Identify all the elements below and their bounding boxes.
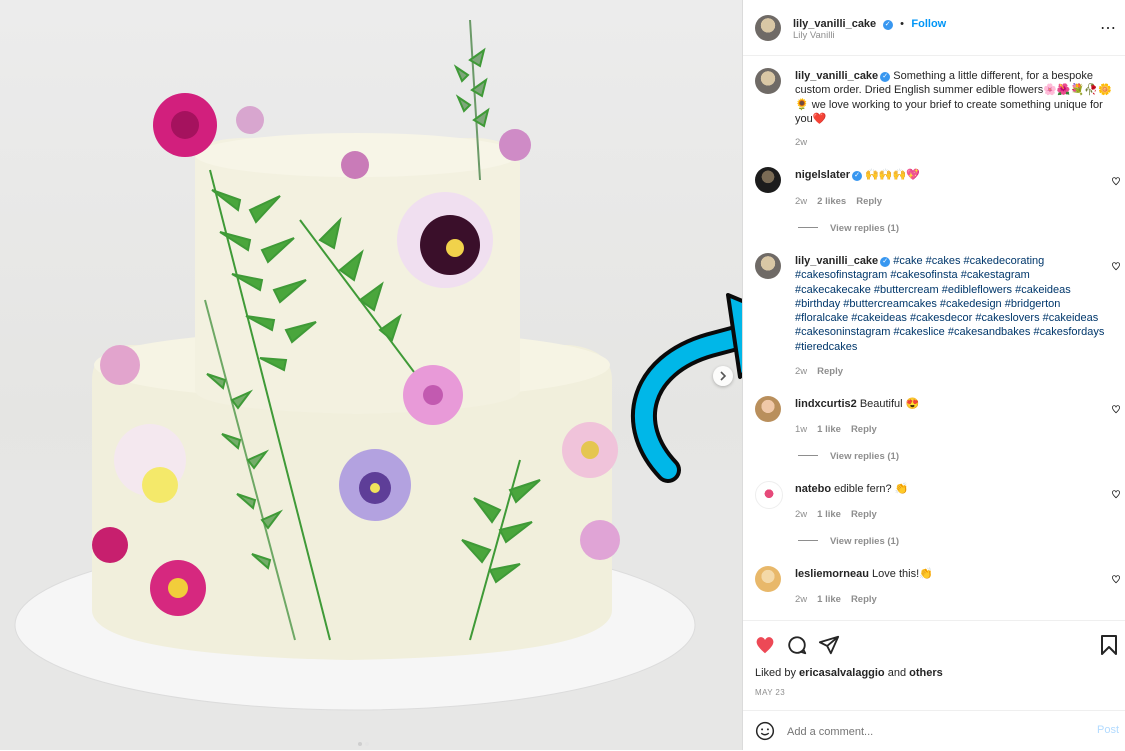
comment-input[interactable]	[785, 719, 1079, 745]
comment-time: 2w	[795, 509, 808, 520]
comment-username[interactable]: nigelslater	[795, 169, 850, 181]
comment-username[interactable]: lily_vanilli_cake	[795, 70, 878, 82]
comment-icon[interactable]	[786, 634, 808, 656]
comment-time: 2w	[795, 366, 808, 377]
comment-time: 2w	[795, 196, 808, 207]
emoji-icon[interactable]	[755, 721, 775, 741]
carousel-dot-active	[358, 742, 362, 746]
verified-badge-icon: ✓	[882, 20, 893, 30]
like-comment-icon[interactable]	[1111, 574, 1121, 584]
comment-username[interactable]: natebo	[795, 483, 831, 495]
comment-likes[interactable]: 1 like	[817, 509, 841, 520]
reply-button[interactable]: Reply	[817, 366, 843, 377]
comment-username[interactable]: lindxcurtis2	[795, 398, 857, 410]
comment-username[interactable]: lily_vanilli_cake	[795, 255, 878, 267]
avatar[interactable]	[755, 396, 781, 422]
avatar[interactable]	[755, 68, 781, 94]
post-date[interactable]: MAY 23	[755, 688, 785, 697]
comment-text: Love this!👏	[872, 568, 933, 580]
like-comment-icon[interactable]	[1111, 261, 1121, 271]
reply-button[interactable]: Reply	[856, 196, 882, 207]
action-bar: Liked by ericasalvalaggio and others MAY…	[743, 620, 1125, 711]
comment-text: 🙌🙌🙌💖	[865, 169, 920, 181]
view-replies-button[interactable]: View replies (1)	[798, 451, 899, 462]
view-replies-button[interactable]: View replies (1)	[798, 536, 899, 547]
avatar[interactable]	[755, 566, 781, 592]
liked-by-prefix: Liked by	[755, 667, 796, 679]
post-comment-button[interactable]: Post	[1097, 724, 1119, 736]
reply-button[interactable]: Reply	[851, 509, 877, 520]
post-author-username[interactable]: lily_vanilli_cake	[793, 18, 876, 30]
hashtag-list[interactable]: #cake #cakes #cakedecorating #cakesofins…	[795, 255, 1104, 353]
view-replies-button[interactable]: View replies (1)	[798, 223, 899, 234]
verified-badge-icon: ✓	[880, 72, 891, 82]
liked-by-others[interactable]: others	[909, 667, 943, 679]
comment-box: Post	[743, 710, 1125, 751]
bookmark-icon[interactable]	[1099, 634, 1119, 656]
comment-text: Beautiful 😍	[859, 398, 920, 410]
reply-button[interactable]: Reply	[851, 424, 877, 435]
avatar[interactable]	[755, 253, 781, 279]
comment-likes[interactable]: 1 like	[817, 424, 841, 435]
share-icon[interactable]	[818, 634, 840, 656]
carousel-dot	[365, 742, 369, 746]
liked-by-user[interactable]: ericasalvalaggio	[799, 667, 885, 679]
like-heart-icon[interactable]	[754, 634, 776, 656]
comment-likes[interactable]: 2 likes	[817, 196, 846, 207]
avatar[interactable]	[755, 481, 783, 509]
reply-button[interactable]: Reply	[851, 594, 877, 605]
like-comment-icon[interactable]	[1111, 489, 1121, 499]
comment-time: 1w	[795, 424, 808, 435]
like-comment-icon[interactable]	[1111, 176, 1121, 186]
comment-likes[interactable]: 1 like	[817, 594, 841, 605]
comment-time: 2w	[795, 594, 808, 605]
liked-by-and: and	[887, 667, 907, 679]
liked-by: Liked by ericasalvalaggio and others	[755, 667, 943, 679]
carousel-dots	[358, 733, 369, 750]
verified-badge-icon: ✓	[880, 257, 891, 267]
comment-text: edible fern? 👏	[834, 483, 909, 495]
post-location[interactable]: Lily Vanilli	[793, 30, 835, 41]
comment-time: 2w	[795, 137, 808, 148]
avatar[interactable]	[755, 15, 781, 41]
post-sidebar: lily_vanilli_cake ✓ • Follow Lily Vanill…	[742, 0, 1125, 750]
verified-badge-icon: ✓	[852, 171, 863, 181]
separator-dot: •	[900, 18, 904, 30]
follow-button[interactable]: Follow	[911, 18, 946, 30]
more-icon[interactable]: ⋯	[1100, 18, 1117, 38]
comment-username[interactable]: lesliemorneau	[795, 568, 869, 580]
post-header: lily_vanilli_cake ✓ • Follow Lily Vanill…	[743, 0, 1125, 56]
avatar[interactable]	[755, 167, 781, 193]
like-comment-icon[interactable]	[1111, 404, 1121, 414]
